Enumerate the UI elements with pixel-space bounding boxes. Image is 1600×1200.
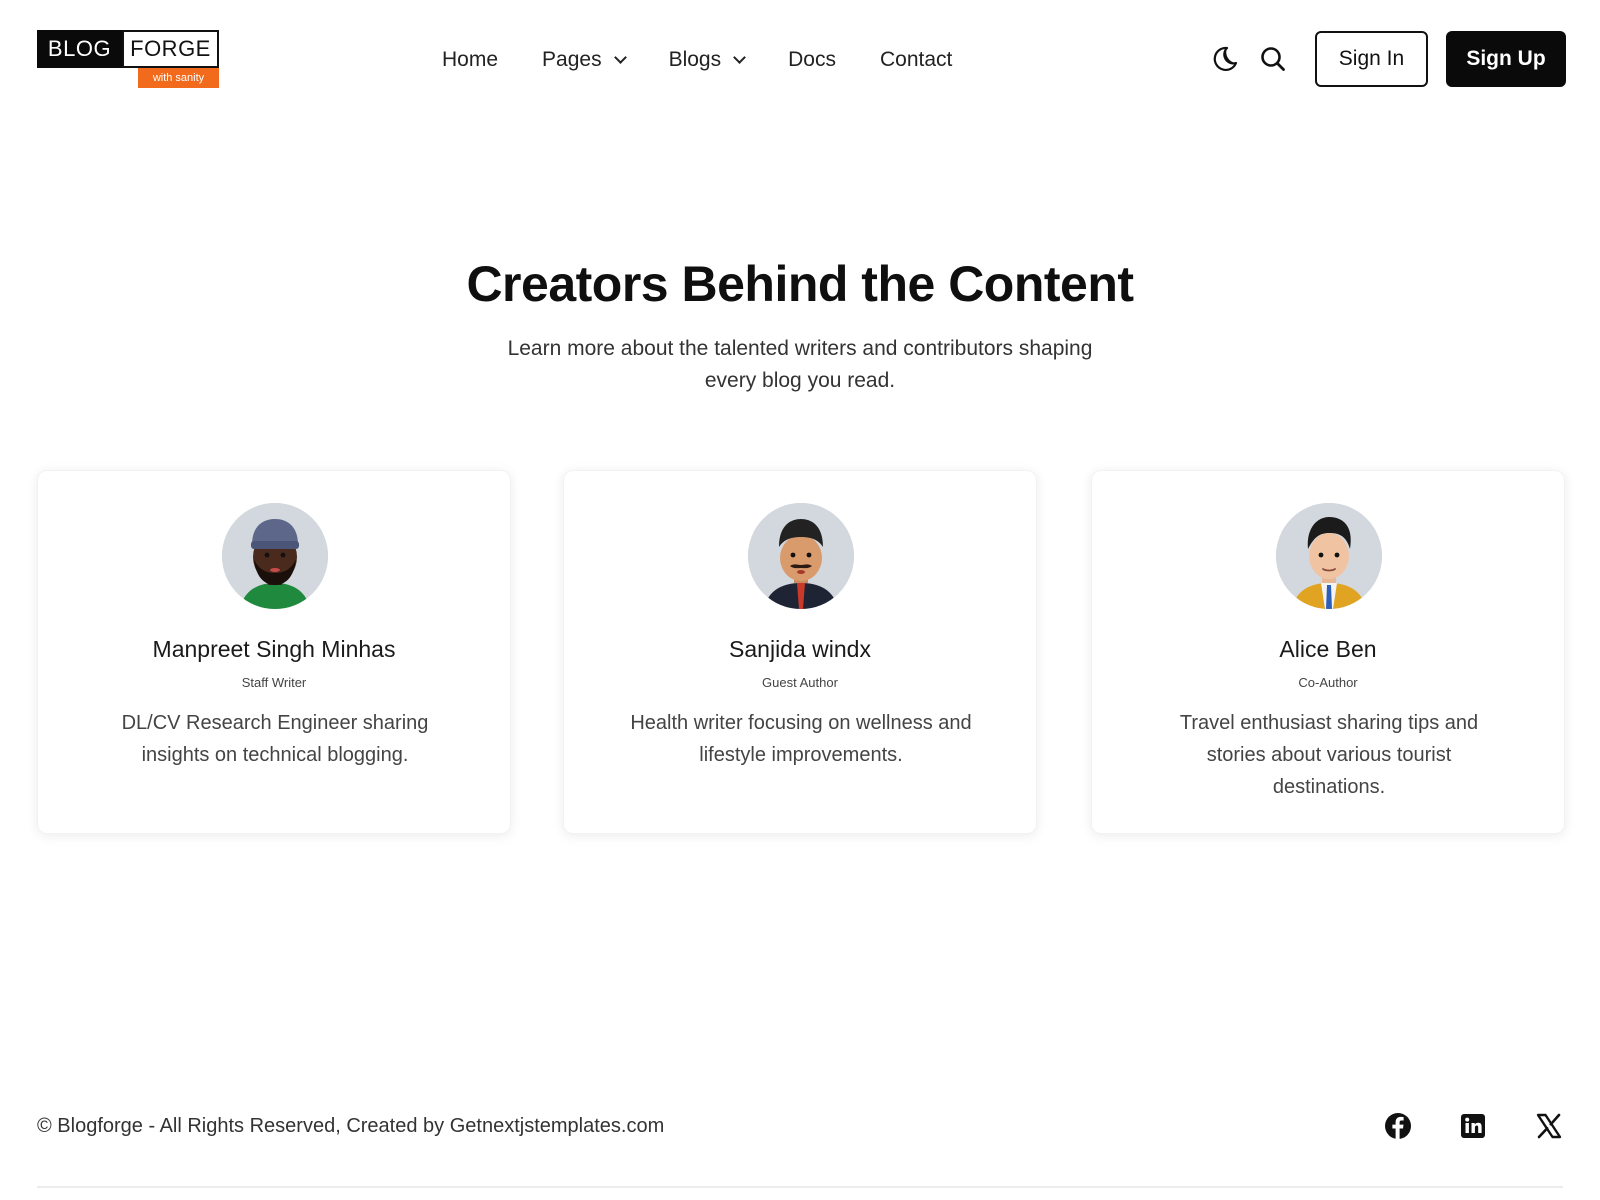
linkedin-link[interactable]: [1458, 1111, 1488, 1141]
theme-toggle-button[interactable]: [1210, 44, 1240, 74]
avatar: [748, 503, 854, 609]
x-icon: [1536, 1113, 1562, 1139]
author-bio: Travel enthusiast sharing tips and stori…: [1179, 712, 1479, 798]
footer-divider: [37, 1186, 1563, 1188]
author-role: Staff Writer: [241, 675, 307, 690]
page-subtitle: Learn more about the talented writers an…: [507, 337, 1093, 392]
page-title: Creators Behind the Content: [466, 256, 1134, 312]
logo-tagline: with sanity: [138, 68, 219, 88]
sign-up-button[interactable]: Sign Up: [1446, 31, 1566, 87]
nav-item-docs[interactable]: Docs: [788, 48, 836, 72]
author-card[interactable]: Alice Ben Co-Author Travel enthusiast sh…: [1091, 470, 1565, 834]
chevron-down-icon: [613, 50, 627, 64]
nav-item-contact[interactable]: Contact: [880, 48, 952, 72]
logo[interactable]: BLOG FORGE with sanity: [37, 30, 219, 90]
nav-item-blogs[interactable]: Blogs: [668, 48, 746, 72]
nav-label: Blogs: [668, 48, 722, 71]
facebook-link[interactable]: [1383, 1111, 1413, 1141]
author-bio: DL/CV Research Engineer sharing insights…: [121, 712, 429, 766]
site-header: BLOG FORGE with sanity Home Pages Blogs …: [0, 0, 1600, 120]
facebook-icon: [1385, 1113, 1411, 1139]
avatar: [1276, 503, 1382, 609]
author-name: Manpreet Singh Minhas: [152, 636, 396, 662]
author-name: Sanjida windx: [729, 636, 871, 662]
nav-label: Pages: [542, 48, 602, 71]
search-icon: [1261, 47, 1285, 71]
nav-item-home[interactable]: Home: [442, 48, 498, 72]
avatar: [222, 503, 328, 609]
x-link[interactable]: [1534, 1111, 1564, 1141]
main-nav: Home Pages Blogs Docs Contact: [442, 44, 952, 76]
logo-word-forge: FORGE: [122, 30, 219, 68]
author-role: Co-Author: [1298, 675, 1358, 690]
nav-label: Docs: [788, 48, 836, 71]
author-bio: Health writer focusing on wellness and l…: [630, 712, 972, 766]
footer-copyright: © Blogforge - All Rights Reserved, Creat…: [37, 1115, 665, 1137]
nav-label: Contact: [879, 48, 953, 71]
author-role: Guest Author: [762, 675, 838, 690]
author-card[interactable]: Manpreet Singh Minhas Staff Writer DL/CV…: [37, 470, 511, 834]
author-avatar-icon: [222, 503, 328, 609]
nav-item-pages[interactable]: Pages: [542, 48, 627, 72]
author-name: Alice Ben: [1279, 636, 1377, 662]
sign-in-button[interactable]: Sign In: [1315, 31, 1428, 87]
linkedin-icon: [1461, 1114, 1485, 1138]
author-avatar-icon: [1276, 503, 1382, 609]
chevron-down-icon: [733, 50, 746, 64]
nav-label: Home: [442, 48, 499, 71]
logo-word-blog: BLOG: [37, 30, 122, 68]
search-button[interactable]: [1258, 44, 1288, 74]
moon-icon: [1213, 46, 1238, 72]
author-card[interactable]: Sanjida windx Guest Author Health writer…: [563, 470, 1037, 834]
author-avatar-icon: [748, 503, 854, 609]
